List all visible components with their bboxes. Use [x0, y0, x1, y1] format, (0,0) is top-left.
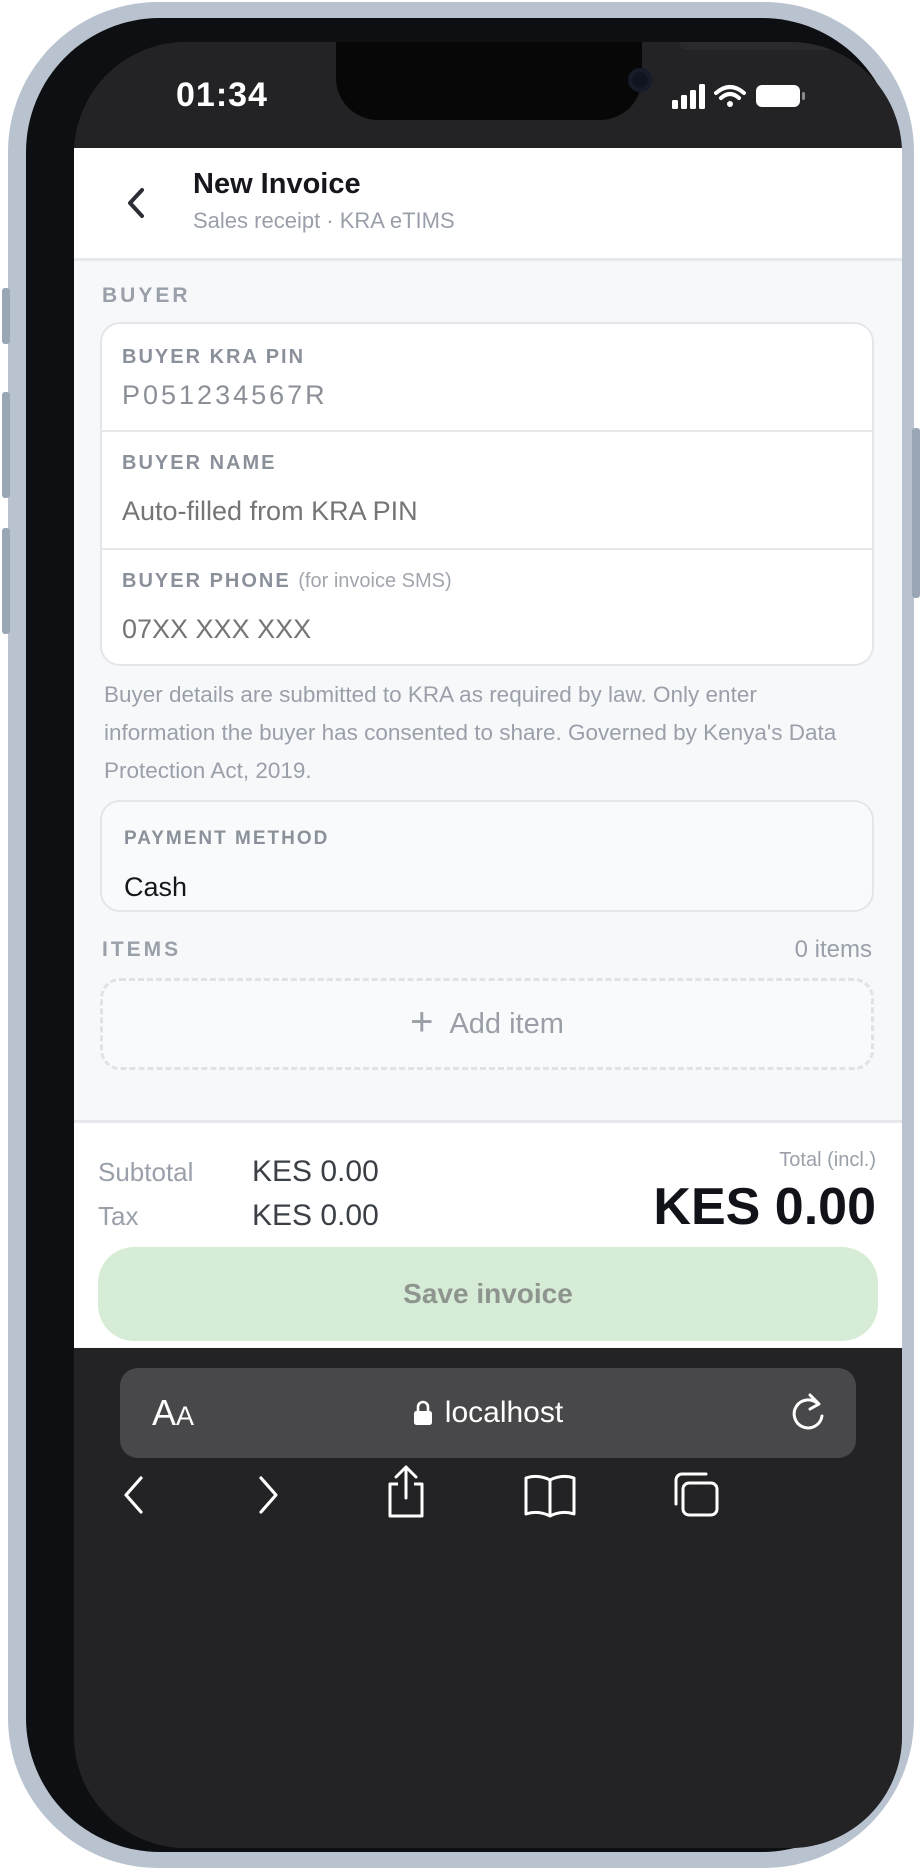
buyer-kra-pin-field: BUYER KRA PIN: [102, 324, 872, 430]
buyer-section-label: BUYER: [102, 284, 191, 307]
status-icons: [672, 84, 805, 109]
subtotal-value: KES 0.00: [252, 1155, 379, 1188]
speaker: [680, 42, 852, 50]
buyer-phone-field: BUYER PHONE (for invoice SMS): [102, 548, 872, 664]
payment-method-value: Cash: [124, 872, 188, 902]
buyer-phone-label: BUYER PHONE (for invoice SMS): [122, 570, 452, 593]
front-camera: [628, 68, 652, 92]
browser-forward-icon[interactable]: [242, 1470, 292, 1520]
payment-method-select[interactable]: PAYMENT METHOD Cash: [100, 800, 874, 912]
phone-bezel: 01:34 New Invoice Sales receipt · KRA eT…: [26, 18, 902, 1852]
address-bar[interactable]: AA localhost: [120, 1368, 856, 1458]
bookmarks-icon[interactable]: [522, 1472, 578, 1518]
tabs-icon[interactable]: [670, 1470, 722, 1520]
wifi-icon: [714, 85, 746, 107]
status-bar: 01:34: [74, 42, 902, 148]
buyer-phone-hint: (for invoice SMS): [298, 570, 452, 592]
total-value: KES 0.00: [653, 1178, 876, 1236]
buyer-phone-input[interactable]: [122, 614, 842, 645]
invoice-app: New Invoice Sales receipt · KRA eTIMS BU…: [74, 148, 902, 1546]
lock-icon: [413, 1400, 432, 1425]
totals-footer: Subtotal KES 0.00 Tax KES 0.00 Total (in…: [74, 1120, 902, 1347]
status-time: 01:34: [176, 76, 268, 114]
mute-switch: [2, 288, 10, 344]
page-title: New Invoice: [193, 168, 361, 200]
add-item-button[interactable]: + Add item: [100, 978, 874, 1070]
screen: 01:34 New Invoice Sales receipt · KRA eT…: [74, 42, 902, 1848]
tax-label: Tax: [98, 1201, 139, 1231]
back-chevron-icon[interactable]: [112, 178, 162, 228]
volume-down-button: [2, 528, 10, 634]
browser-back-icon[interactable]: [110, 1470, 160, 1520]
url-text: localhost: [444, 1396, 564, 1429]
battery-icon: [756, 85, 805, 107]
buyer-name-input[interactable]: [122, 496, 842, 527]
plus-icon: +: [410, 1000, 434, 1044]
items-section-label: ITEMS: [102, 938, 182, 961]
buyer-phone-label-text: BUYER PHONE: [122, 570, 291, 592]
header: New Invoice Sales receipt · KRA eTIMS: [74, 148, 902, 261]
phone-frame: 01:34 New Invoice Sales receipt · KRA eT…: [2, 2, 920, 1868]
buyer-card: BUYER KRA PIN BUYER NAME BUYER PHONE (fo…: [100, 322, 874, 666]
signal-icon: [672, 84, 705, 109]
add-item-label: Add item: [449, 1007, 564, 1040]
page-subtitle: Sales receipt · KRA eTIMS: [193, 208, 455, 233]
tax-value: KES 0.00: [252, 1199, 379, 1232]
payment-method-label: PAYMENT METHOD: [124, 828, 330, 849]
subtotal-label: Subtotal: [98, 1157, 194, 1187]
buyer-name-field: BUYER NAME: [102, 430, 872, 548]
save-invoice-button[interactable]: Save invoice: [98, 1247, 878, 1341]
url-display: localhost: [120, 1368, 856, 1458]
volume-up-button: [2, 392, 10, 498]
notch: [336, 42, 852, 120]
data-protection-note: Buyer details are submitted to KRA as re…: [104, 682, 837, 783]
share-icon[interactable]: [382, 1464, 430, 1520]
total-label: Total (incl.): [779, 1149, 876, 1171]
items-count: 0 items: [794, 936, 872, 963]
buyer-name-label: BUYER NAME: [122, 452, 277, 474]
reload-icon[interactable]: [786, 1390, 830, 1436]
browser-chrome: AA localhost: [74, 1348, 902, 1848]
buyer-kra-pin-input[interactable]: [122, 380, 842, 411]
power-button: [912, 428, 920, 598]
buyer-kra-pin-label: BUYER KRA PIN: [122, 346, 306, 368]
